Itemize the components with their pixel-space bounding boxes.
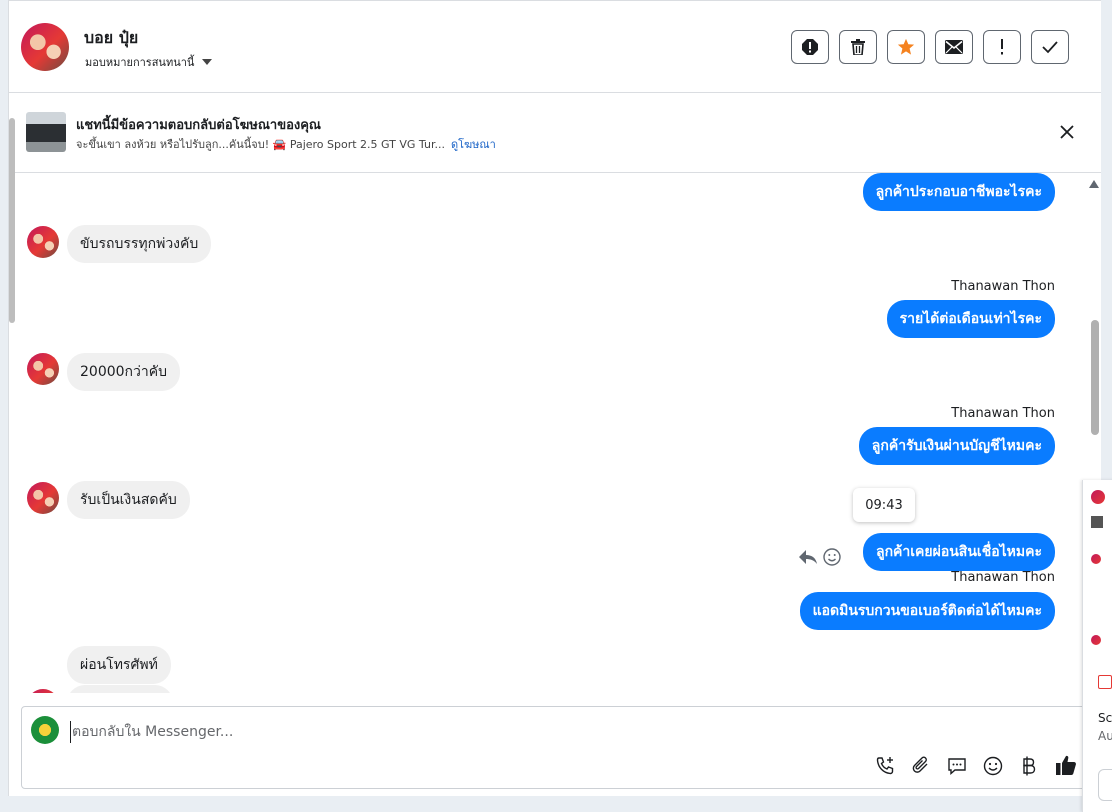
ad-thumbnail-tiny[interactable] [1091, 516, 1103, 528]
page-avatar [31, 716, 59, 744]
reply-icon[interactable] [799, 549, 817, 565]
add-call-icon [876, 757, 894, 775]
message-input[interactable]: ตอบกลับใน Messenger... [70, 721, 233, 743]
send-like-button[interactable] [1054, 753, 1078, 777]
paperclip-icon [912, 756, 928, 773]
sender-name: Thanawan Thon [951, 570, 1055, 585]
side-panel-subtext: Au [1098, 729, 1112, 743]
incoming-message-partial[interactable] [67, 685, 173, 693]
delete-button[interactable] [839, 30, 877, 64]
thread-scrollbar-thumb[interactable] [1091, 320, 1099, 435]
baht-icon [1023, 756, 1036, 776]
contact-avatar-small [27, 353, 59, 385]
spam-icon [802, 39, 818, 55]
add-call-button[interactable] [874, 755, 896, 777]
envelope-icon [945, 40, 963, 54]
timestamp-tooltip: 09:43 [853, 488, 915, 522]
mark-unread-button[interactable] [935, 30, 973, 64]
incoming-message[interactable]: ขับรถบรรทุกพ่วงคับ [67, 225, 212, 263]
mark-important-button[interactable] [983, 30, 1021, 64]
contact-avatar-tiny[interactable] [1091, 490, 1105, 504]
ad-banner-title: แชทนี้มีข้อความตอบกลับต่อโฆษณาของคุณ [76, 118, 321, 133]
close-icon [1060, 125, 1074, 139]
assign-conversation-dropdown[interactable]: มอบหมายการสนทนานี้ [85, 53, 213, 71]
sender-name: Thanawan Thon [951, 406, 1055, 421]
contact-avatar-tiny[interactable] [1091, 635, 1101, 645]
emoji-icon[interactable] [823, 548, 841, 566]
chevron-down-icon [202, 59, 213, 65]
outgoing-message[interactable]: ลูกค้ารับเงินผ่านบัญชีไหมคะ [858, 427, 1055, 465]
incoming-message[interactable]: รับเป็นเงินสดคับ [67, 481, 190, 519]
mark-spam-button[interactable] [791, 30, 829, 64]
contact-avatar-small [27, 689, 59, 693]
ad-thumbnail[interactable] [26, 112, 66, 152]
outgoing-message[interactable]: ลูกค้าเคยผ่อนสินเชื่อไหมคะ [862, 533, 1055, 571]
outgoing-message[interactable]: แอดมินรบกวนขอเบอร์ติดต่อได้ไหมคะ [799, 592, 1055, 630]
message-actions [799, 548, 841, 566]
emoji-button[interactable] [982, 755, 1004, 777]
message-thread: ลูกค้าประกอบอาชีพอะไรคะ ขับรถบรรทุกพ่วงค… [9, 173, 1087, 693]
trash-icon [851, 39, 865, 55]
incoming-message[interactable]: ผ่อนโทรศัพท์ [67, 646, 171, 684]
important-icon [1001, 39, 1003, 55]
saved-reply-icon [948, 758, 966, 776]
contact-avatar-small [27, 226, 59, 258]
attach-file-button[interactable] [910, 755, 932, 777]
thumbs-up-icon [1056, 755, 1076, 775]
outgoing-message[interactable]: ลูกค้าประกอบอาชีพอะไรคะ [862, 173, 1055, 211]
contact-avatar[interactable] [21, 23, 69, 71]
saved-replies-button[interactable] [946, 755, 968, 777]
right-side-panel: Sc Au [1082, 480, 1112, 812]
inbox-chat-window: บอย ปุ๋ย มอบหมายการสนทนานี้ แชทนี้มีข้อค… [8, 0, 1101, 796]
ad-caption-text: จะขึ้นเขา ลงห้วย หรือไปรับลูก...คันนี้จบ… [76, 138, 445, 151]
side-panel-text: Sc [1098, 711, 1112, 725]
contact-avatar-tiny[interactable] [1091, 554, 1101, 564]
sender-name: Thanawan Thon [951, 279, 1055, 294]
star-button[interactable] [887, 30, 925, 64]
contact-name[interactable]: บอย ปุ๋ย [84, 26, 138, 51]
ad-reply-banner: แชทนี้มีข้อความตอบกลับต่อโฆษณาของคุณ จะข… [9, 92, 1101, 173]
star-icon [897, 38, 915, 55]
reply-composer: ตอบกลับใน Messenger... [21, 706, 1093, 789]
chat-header: บอย ปุ๋ย มอบหมายการสนทนานี้ [9, 0, 1101, 93]
contact-avatar-small [27, 482, 59, 514]
side-panel-button[interactable] [1098, 769, 1112, 801]
close-banner-button[interactable] [1057, 122, 1077, 142]
payment-button[interactable] [1018, 755, 1040, 777]
scroll-up-icon[interactable] [1089, 180, 1099, 188]
emoji-icon [983, 756, 1003, 776]
incoming-message[interactable]: 20000กว่าคับ [67, 353, 180, 391]
view-ad-link[interactable]: ดูโฆษณา [451, 138, 496, 151]
ad-caption: จะขึ้นเขา ลงห้วย หรือไปรับลูก...คันนี้จบ… [76, 135, 496, 153]
mark-done-button[interactable] [1031, 30, 1069, 64]
outgoing-message[interactable]: รายได้ต่อเดือนเท่าไรคะ [886, 300, 1055, 338]
check-icon [1042, 41, 1058, 54]
widget-icon[interactable] [1098, 675, 1112, 689]
assign-label: มอบหมายการสนทนานี้ [85, 56, 195, 69]
